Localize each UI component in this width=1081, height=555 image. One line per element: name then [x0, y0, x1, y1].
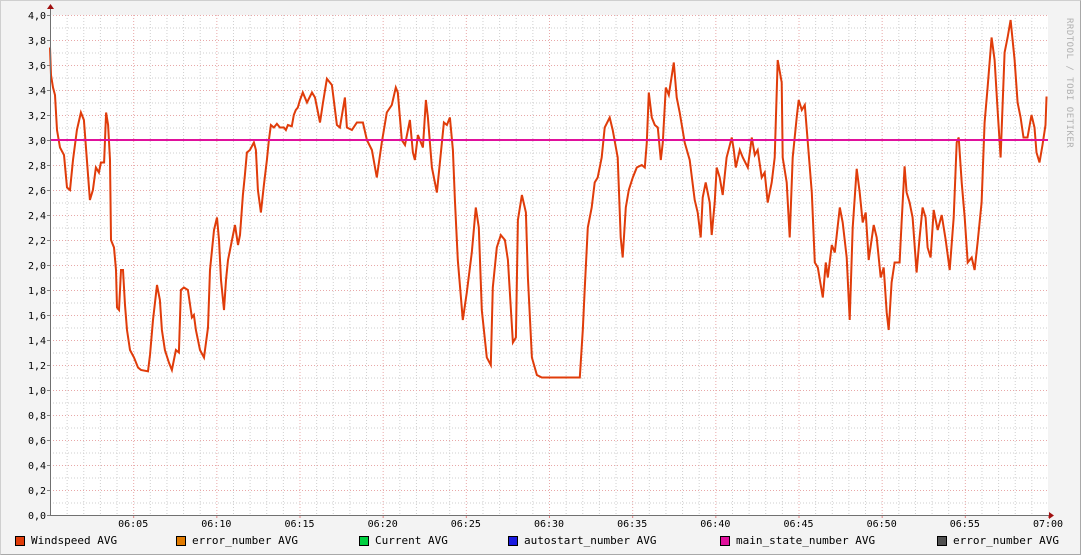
legend-swatch: [176, 535, 186, 546]
x-tick-label: 07:00: [1033, 519, 1063, 530]
y-tick-label: 0,2: [28, 486, 46, 497]
legend-label: Current AVG: [375, 534, 448, 547]
legend-item-windspeed: Windspeed AVG: [15, 534, 117, 547]
y-tick-label: 0,6: [28, 436, 46, 447]
y-tick-label: 4,0: [28, 11, 46, 22]
legend-swatch: [15, 535, 25, 546]
x-tick-label: 06:35: [617, 519, 647, 530]
line-chart: 06:05 06:10 06:15 06:20 06:25 06:30 06:35 06:40…: [28, 4, 1063, 530]
rrdtool-watermark: RRDTOOL / TOBI OETIKER: [1064, 18, 1074, 149]
y-tick-label: 0,8: [28, 411, 46, 422]
y-tick-label: 1,4: [28, 336, 46, 347]
x-tick-label: 06:50: [867, 519, 897, 530]
legend-label: error_number AVG: [953, 534, 1059, 547]
y-tick-label: 2,8: [28, 161, 46, 172]
y-tick-label: 2,0: [28, 261, 46, 272]
x-tick-label: 06:05: [118, 519, 148, 530]
legend-item-error-number-2: error_number AVG: [937, 534, 1059, 547]
y-tick-label: 2,6: [28, 186, 46, 197]
x-tick-label: 06:20: [368, 519, 398, 530]
legend-swatch: [508, 535, 518, 546]
legend-label: autostart_number AVG: [524, 534, 657, 547]
legend-label: error_number AVG: [192, 534, 298, 547]
y-tick-label: 1,6: [28, 311, 46, 322]
x-axis-arrow-icon: [1049, 512, 1054, 519]
y-tick-label: 2,2: [28, 236, 46, 247]
y-tick-label: 0,4: [28, 461, 46, 472]
legend-swatch: [359, 535, 369, 546]
y-tick-label: 1,2: [28, 361, 46, 372]
y-tick-label: 3,6: [28, 61, 46, 72]
y-tick-label: 1,0: [28, 386, 46, 397]
legend-item-autostart-number: autostart_number AVG: [508, 534, 656, 547]
legend-item-main-state-number: main_state_number AVG: [720, 534, 875, 547]
y-tick-label: 1,8: [28, 286, 46, 297]
y-tick-label: 3,2: [28, 111, 46, 122]
x-tick-label: 06:30: [534, 519, 564, 530]
legend: Windspeed AVG error_number AVG Current A…: [15, 534, 1075, 548]
y-tick-label: 3,0: [28, 136, 46, 147]
legend-swatch: [937, 535, 947, 546]
y-tick-label: 0,0: [28, 511, 46, 522]
x-tick-label: 06:45: [783, 519, 813, 530]
y-axis-arrow-icon: [47, 4, 54, 9]
x-tick-label: 06:25: [451, 519, 481, 530]
x-tick-label: 06:15: [284, 519, 314, 530]
y-tick-label: 3,8: [28, 36, 46, 47]
legend-item-error-number: error_number AVG: [176, 534, 298, 547]
legend-label: Windspeed AVG: [31, 534, 118, 547]
x-tick-label: 06:55: [950, 519, 980, 530]
y-tick-label: 3,4: [28, 86, 46, 97]
x-tick-label: 06:40: [700, 519, 730, 530]
legend-item-current: Current AVG: [359, 534, 448, 547]
x-tick-label: 06:10: [201, 519, 231, 530]
legend-swatch: [720, 535, 730, 546]
y-tick-label: 2,4: [28, 211, 46, 222]
legend-label: main_state_number AVG: [736, 534, 876, 547]
